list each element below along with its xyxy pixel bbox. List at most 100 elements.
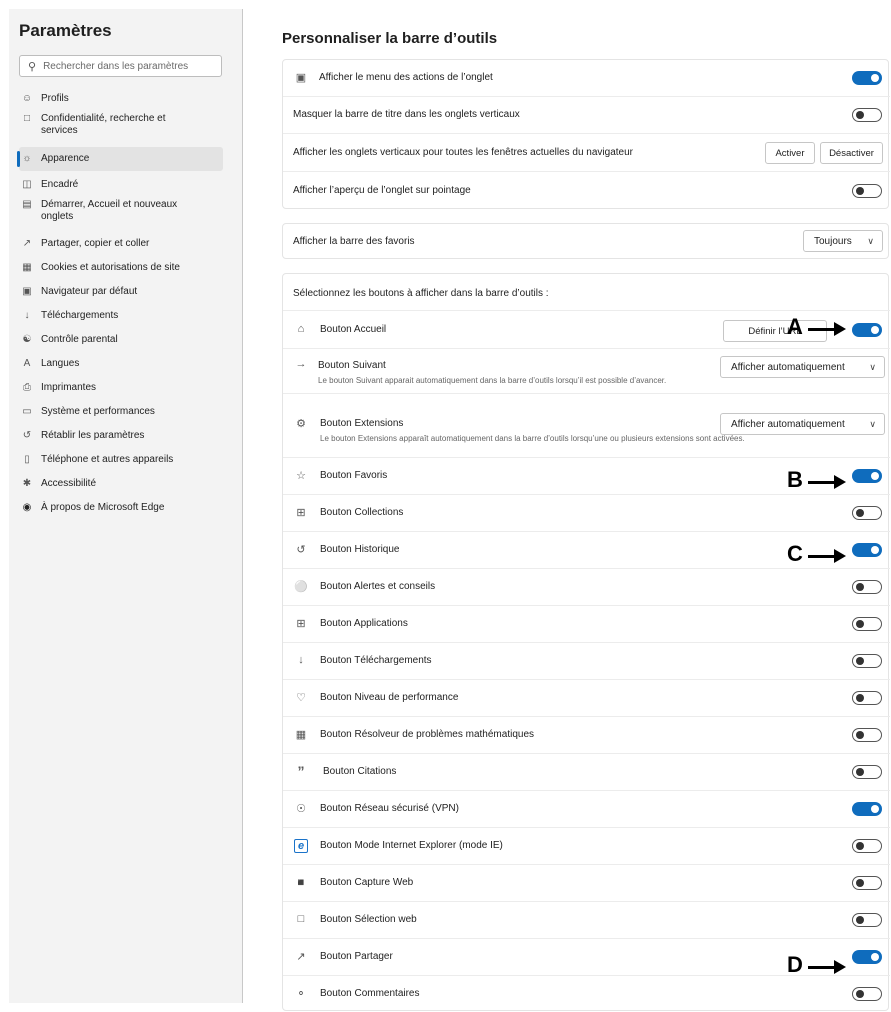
next-button-select[interactable]: Afficher automatiquement ∨	[720, 356, 885, 378]
chevron-down-icon: ∨	[869, 418, 876, 429]
feedback-icon: ⚬	[296, 988, 306, 1000]
favorites-bar-card: Afficher la barre des favoris Toujours ∨	[282, 223, 889, 259]
deactivate-button[interactable]: Désactiver	[820, 142, 883, 164]
share-toggle[interactable]	[852, 950, 882, 964]
appearance-icon: ☼	[22, 153, 32, 164]
web-capture-icon: ◾	[294, 877, 308, 889]
extensions-button-select[interactable]: Afficher automatiquement ∨	[720, 413, 885, 435]
search-box[interactable]: ⚲	[19, 55, 222, 77]
accessibility-icon: ✱	[22, 478, 32, 489]
download-icon: ↓	[24, 310, 30, 321]
annotation-label-c: C	[787, 541, 803, 566]
chevron-down-icon: ∨	[869, 361, 876, 372]
profile-icon: ☺	[21, 93, 33, 104]
bell-icon: ⚪	[294, 581, 308, 593]
sidebar-item-sidebar[interactable]: ◫ Encadré	[19, 179, 223, 191]
browser-icon: ▣	[22, 286, 32, 297]
sidebar-item-about[interactable]: ◉ À propos de Microsoft Edge	[19, 502, 223, 514]
list-item-alerts: ⚪ Bouton Alertes et conseils	[283, 569, 890, 606]
quote-icon: ”	[297, 763, 305, 779]
web-select-icon: □	[297, 913, 305, 925]
sidebar-icon: ◫	[22, 179, 32, 190]
list-item-extensions: ⚙ Bouton Extensions Le bouton Extensions…	[283, 394, 890, 458]
phone-icon: ▯	[24, 454, 30, 465]
sidebar-item-languages[interactable]: A Langues	[19, 358, 223, 370]
toolbar-buttons-card: Sélectionnez les boutons à afficher dans…	[282, 273, 890, 1012]
sidebar-item-profils[interactable]: ☺ Profils	[19, 93, 223, 105]
list-item-web-capture: ◾ Bouton Capture Web	[283, 865, 890, 902]
sidebar-item-start[interactable]: ▤ Démarrer, Accueil et nouveaux onglets	[19, 199, 223, 223]
toolbar-options-card: ▣ Afficher le menu des actions de l’ongl…	[282, 59, 890, 209]
ie-mode-toggle[interactable]	[852, 839, 882, 853]
performance-icon: ♡	[296, 692, 306, 704]
cookie-icon: ▦	[22, 262, 32, 273]
home-icon: ⌂	[297, 323, 305, 335]
sidebar-item-cookies[interactable]: ▦ Cookies et autorisations de site	[19, 262, 223, 274]
math-icon: ▦	[295, 729, 307, 741]
sidebar-item-downloads[interactable]: ↓ Téléchargements	[19, 310, 223, 322]
performance-toggle[interactable]	[852, 691, 882, 705]
annotation-label-b: B	[787, 467, 803, 492]
sidebar-item-share[interactable]: ↗ Partager, copier et coller	[19, 238, 223, 250]
list-item-citations: ” Bouton Citations	[283, 754, 890, 791]
section-header: Sélectionnez les boutons à afficher dans…	[283, 274, 890, 311]
sidebar-item-printers[interactable]: ⎙ Imprimantes	[19, 382, 223, 394]
downloads-toggle[interactable]	[852, 654, 882, 668]
family-icon: ☯	[22, 334, 32, 345]
alerts-toggle[interactable]	[852, 580, 882, 594]
favorites-toggle[interactable]	[852, 469, 882, 483]
sidebar-item-appearance[interactable]: ☼ Apparence	[17, 147, 223, 171]
history-toggle[interactable]	[852, 543, 882, 557]
favorites-bar-select[interactable]: Toujours ∨	[803, 230, 883, 252]
citations-toggle[interactable]	[852, 765, 882, 779]
list-item-math: ▦ Bouton Résolveur de problèmes mathémat…	[283, 717, 890, 754]
sidebar-item-parental[interactable]: ☯ Contrôle parental	[19, 334, 223, 346]
set-url-button[interactable]: Définir l’URL	[723, 320, 827, 342]
list-item-vpn: ☉ Bouton Réseau sécurisé (VPN)	[283, 791, 890, 828]
annotation-label-a: A	[787, 314, 803, 339]
list-item-feedback: ⚬ Bouton Commentaires	[283, 976, 890, 1012]
arrow-right-icon: →	[295, 358, 307, 370]
sidebar-item-accessibility[interactable]: ✱ Accessibilité	[19, 478, 223, 490]
sidebar-item-default-browser[interactable]: ▣ Navigateur par défaut	[19, 286, 223, 298]
sidebar-item-privacy[interactable]: □ Confidentialité, recherche et services	[19, 113, 223, 137]
language-icon: A	[23, 358, 31, 369]
apps-toggle[interactable]	[852, 617, 882, 631]
web-select-toggle[interactable]	[852, 913, 882, 927]
collections-toggle[interactable]	[852, 506, 882, 520]
search-icon: ⚲	[28, 60, 37, 73]
search-input[interactable]	[43, 60, 214, 72]
tab-preview-toggle[interactable]	[852, 184, 882, 198]
activate-button[interactable]: Activer	[765, 142, 815, 164]
list-item-ie-mode: e Bouton Mode Internet Explorer (mode IE…	[283, 828, 890, 865]
favorites-icon: ☆	[296, 470, 306, 482]
list-item-collections: ⊞ Bouton Collections	[283, 495, 890, 532]
math-toggle[interactable]	[852, 728, 882, 742]
extensions-icon: ⚙	[296, 418, 306, 430]
page-title: Personnaliser la barre d’outils	[282, 30, 498, 47]
sidebar-item-reset[interactable]: ↺ Rétablir les paramètres	[19, 430, 223, 442]
vpn-shield-icon: ☉	[296, 803, 306, 815]
annotation-label-d: D	[787, 952, 803, 977]
sidebar-item-system[interactable]: ▭ Système et performances	[19, 406, 223, 418]
list-item: Afficher les onglets verticaux pour tout…	[283, 134, 890, 172]
feedback-toggle[interactable]	[852, 987, 882, 1001]
home-button-toggle[interactable]	[852, 323, 882, 337]
home-tab-icon: ▤	[22, 199, 32, 210]
system-icon: ▭	[22, 406, 32, 417]
vpn-toggle[interactable]	[852, 802, 882, 816]
sidebar-title: Paramètres	[19, 21, 112, 40]
web-capture-toggle[interactable]	[852, 876, 882, 890]
printer-icon: ⎙	[23, 382, 31, 393]
edge-icon: ◉	[22, 502, 32, 513]
tab-actions-toggle[interactable]	[852, 71, 882, 85]
lock-icon: □	[23, 113, 31, 124]
list-item-performance: ♡ Bouton Niveau de performance	[283, 680, 890, 717]
annotation-arrow-a	[808, 322, 846, 336]
history-icon: ↺	[296, 544, 306, 556]
annotation-arrow-b	[808, 475, 846, 489]
hide-title-bar-toggle[interactable]	[852, 108, 882, 122]
list-item: Masquer la barre de titre dans les ongle…	[283, 97, 890, 134]
sidebar-item-phone[interactable]: ▯ Téléphone et autres appareils	[19, 454, 223, 466]
list-item-downloads: ↓ Bouton Téléchargements	[283, 643, 890, 680]
